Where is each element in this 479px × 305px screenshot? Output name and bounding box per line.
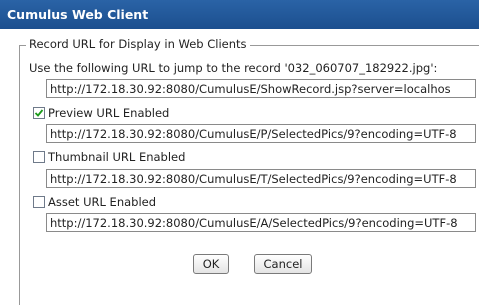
ok-button[interactable]: OK — [193, 254, 229, 274]
checkmark-icon — [34, 109, 44, 117]
preview-label: Preview URL Enabled — [48, 106, 170, 120]
thumbnail-label: Thumbnail URL Enabled — [48, 150, 186, 164]
intro-text: Use the following URL to jump to the rec… — [29, 61, 438, 75]
group-legend: Record URL for Display in Web Clients — [26, 37, 250, 51]
cancel-button[interactable]: Cancel — [254, 254, 312, 274]
thumbnail-checkbox[interactable] — [33, 151, 45, 163]
window-title: Cumulus Web Client — [0, 0, 479, 29]
asset-checkbox[interactable] — [33, 196, 45, 208]
preview-checkbox[interactable] — [33, 107, 45, 119]
record-url-field[interactable] — [46, 79, 476, 98]
preview-url-field[interactable] — [46, 124, 476, 143]
asset-url-field[interactable] — [46, 213, 476, 232]
thumbnail-url-field[interactable] — [46, 169, 476, 188]
asset-label: Asset URL Enabled — [48, 195, 157, 209]
